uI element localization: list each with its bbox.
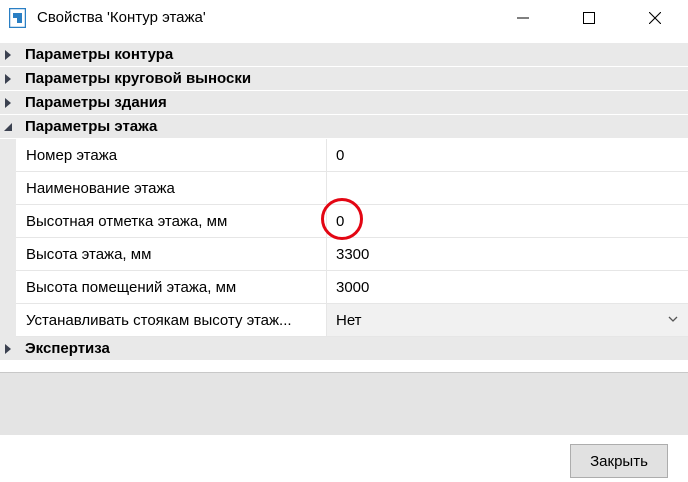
property-name: Устанавливать стоякам высоту этаж... bbox=[26, 312, 292, 329]
property-value[interactable]: 0 bbox=[336, 147, 344, 164]
property-name-cell[interactable]: Высота этажа, мм bbox=[16, 238, 327, 271]
chevron-down-icon[interactable] bbox=[668, 315, 678, 323]
expand-arrow-icon[interactable] bbox=[4, 98, 12, 108]
category-building[interactable]: Параметры здания bbox=[0, 91, 688, 115]
description-panel bbox=[0, 372, 688, 435]
expand-arrow-icon[interactable] bbox=[4, 74, 12, 84]
property-value-cell[interactable]: 0 bbox=[327, 205, 688, 238]
dropdown-selected-value: Нет bbox=[336, 312, 362, 329]
property-row-floor-number[interactable]: Номер этажа 0 bbox=[0, 139, 688, 172]
floor-plan-app-icon bbox=[9, 8, 26, 28]
expand-arrow-icon[interactable] bbox=[4, 344, 12, 354]
maximize-icon bbox=[583, 12, 595, 24]
highlight-circle bbox=[321, 198, 363, 240]
property-row-floor-height[interactable]: Высота этажа, мм 3300 bbox=[0, 238, 688, 271]
expand-arrow-icon[interactable] bbox=[4, 50, 12, 60]
property-value-cell[interactable] bbox=[327, 172, 688, 205]
close-icon bbox=[649, 12, 661, 24]
property-name-cell[interactable]: Высотная отметка этажа, мм bbox=[16, 205, 327, 238]
property-name-cell[interactable]: Номер этажа bbox=[16, 139, 327, 172]
row-gutter bbox=[0, 139, 16, 172]
property-name: Номер этажа bbox=[26, 147, 118, 164]
row-gutter bbox=[0, 238, 16, 271]
window-title: Свойства 'Контур этажа' bbox=[37, 9, 206, 26]
property-name: Высота помещений этажа, мм bbox=[26, 279, 237, 296]
property-row-riser-height[interactable]: Устанавливать стоякам высоту этаж... Нет bbox=[0, 304, 688, 337]
property-name: Наименование этажа bbox=[26, 180, 175, 197]
property-name: Высота этажа, мм bbox=[26, 246, 152, 263]
property-value[interactable]: 3000 bbox=[336, 279, 369, 296]
category-label: Параметры здания bbox=[25, 94, 167, 111]
close-button[interactable]: Закрыть bbox=[570, 444, 668, 478]
row-gutter bbox=[0, 205, 16, 238]
property-value-cell[interactable]: 3300 bbox=[327, 238, 688, 271]
minimize-button[interactable] bbox=[500, 0, 546, 36]
title-bar: Свойства 'Контур этажа' bbox=[0, 0, 688, 38]
close-window-button[interactable] bbox=[632, 0, 678, 36]
property-row-room-height[interactable]: Высота помещений этажа, мм 3000 bbox=[0, 271, 688, 304]
property-name-cell[interactable]: Высота помещений этажа, мм bbox=[16, 271, 327, 304]
category-label: Экспертиза bbox=[25, 340, 110, 357]
minimize-icon bbox=[517, 17, 529, 19]
row-gutter bbox=[0, 304, 16, 337]
category-label: Параметры контура bbox=[25, 46, 174, 63]
category-expertise[interactable]: Экспертиза bbox=[0, 337, 688, 361]
row-gutter bbox=[0, 271, 16, 304]
property-value-dropdown[interactable]: Нет bbox=[327, 304, 688, 337]
category-label: Параметры круговой выноски bbox=[25, 70, 252, 87]
property-value-cell[interactable]: 0 bbox=[327, 139, 688, 172]
maximize-button[interactable] bbox=[566, 0, 612, 36]
category-floor[interactable]: Параметры этажа bbox=[0, 115, 688, 139]
category-label: Параметры этажа bbox=[25, 118, 158, 135]
row-gutter bbox=[0, 172, 16, 205]
category-contour[interactable]: Параметры контура bbox=[0, 43, 688, 67]
collapse-arrow-icon[interactable] bbox=[3, 122, 13, 132]
property-name-cell[interactable]: Устанавливать стоякам высоту этаж... bbox=[16, 304, 327, 337]
property-name: Высотная отметка этажа, мм bbox=[26, 213, 228, 230]
property-name-cell[interactable]: Наименование этажа bbox=[16, 172, 327, 205]
property-value[interactable]: 3300 bbox=[336, 246, 369, 263]
category-callout[interactable]: Параметры круговой выноски bbox=[0, 67, 688, 91]
property-value-cell[interactable]: 3000 bbox=[327, 271, 688, 304]
